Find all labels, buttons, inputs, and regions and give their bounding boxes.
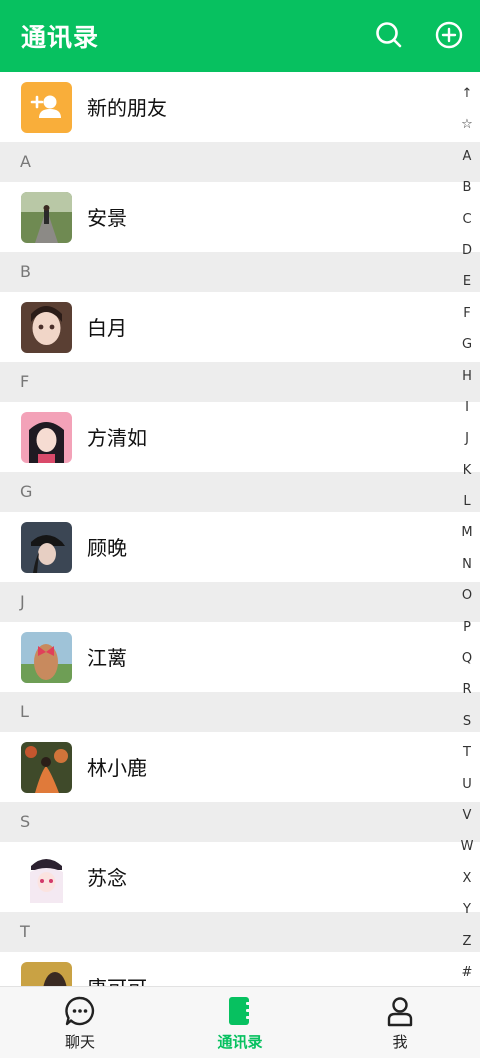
index-letter[interactable]: H [460,361,474,392]
index-letter[interactable]: S [460,706,474,737]
contact-item[interactable]: 林小鹿 [0,732,480,802]
index-letter[interactable]: I [460,392,474,423]
index-letter[interactable]: M [460,517,474,548]
index-letter[interactable]: Q [460,643,474,674]
bottom-tab-bar: 聊天 通讯录 我 [0,986,480,1058]
index-letter[interactable]: D [460,235,474,266]
index-letter[interactable]: C [460,204,474,235]
add-button[interactable] [434,20,464,50]
person-icon [387,997,413,1027]
tab-label: 聊天 [64,1033,95,1051]
avatar [21,742,72,793]
index-letter[interactable]: N [460,549,474,580]
contact-item[interactable]: 顾晚 [0,512,480,582]
tab-contacts[interactable]: 通讯录 [160,987,320,1058]
contact-list[interactable]: 新的朋友 A 安景 B 白月 F 方清如 G 顾晚 J 江蓠 L 林小鹿 S 苏… [0,72,480,986]
add-user-icon [21,82,72,133]
section-header-f: F [0,362,480,402]
index-letter[interactable]: V [460,800,474,831]
section-header-a: A [0,142,480,182]
index-letter[interactable]: L [460,486,474,517]
index-letter[interactable]: Z [460,926,474,957]
index-letter[interactable]: G [460,329,474,360]
section-header-t: T [0,912,480,952]
section-header-l: L [0,692,480,732]
contact-item[interactable]: 白月 [0,292,480,362]
app-header: 通讯录 [0,0,480,72]
new-friends-item[interactable]: 新的朋友 [0,72,480,142]
tab-me[interactable]: 我 [320,987,480,1058]
avatar [21,962,72,986]
chat-bubble-icon [65,996,95,1026]
contact-name: 安景 [87,206,127,230]
index-letter[interactable]: R [460,674,474,705]
index-letter[interactable]: J [460,423,474,454]
index-letter[interactable]: U [460,769,474,800]
avatar [21,192,72,243]
alphabet-index-bar[interactable]: ↑ ☆ A B C D E F G H I J K L M N O P Q R S T U V W X Y Z # [460,78,474,988]
avatar [21,302,72,353]
search-icon [376,22,402,48]
new-friends-label: 新的朋友 [87,96,167,120]
contact-name: 白月 [87,316,127,340]
contact-name: 唐可可 [87,972,147,986]
avatar [21,522,72,573]
index-letter[interactable]: ↑ [460,78,474,109]
contact-item[interactable]: 安景 [0,182,480,252]
index-letter[interactable]: W [460,831,474,862]
tab-label: 通讯录 [217,1033,263,1051]
contact-name: 林小鹿 [87,756,147,780]
search-button[interactable] [374,20,404,50]
section-header-b: B [0,252,480,292]
index-letter[interactable]: X [460,863,474,894]
contact-name: 江蓠 [87,646,127,670]
contact-item[interactable]: 江蓠 [0,622,480,692]
contact-item[interactable]: 方清如 [0,402,480,472]
index-letter[interactable]: T [460,737,474,768]
contact-item[interactable]: 苏念 [0,842,480,912]
section-header-g: G [0,472,480,512]
section-header-s: S [0,802,480,842]
index-letter[interactable]: # [460,957,474,988]
index-letter[interactable]: E [460,266,474,297]
index-letter[interactable]: Y [460,894,474,925]
tab-chats[interactable]: 聊天 [0,987,160,1058]
avatar [21,852,72,903]
contact-name: 苏念 [87,866,127,890]
contact-name: 方清如 [87,426,147,450]
contacts-book-icon [229,997,251,1025]
plus-circle-icon [435,21,463,49]
tab-label: 我 [392,1033,408,1051]
index-letter[interactable]: B [460,172,474,203]
section-header-j: J [0,582,480,622]
index-letter[interactable]: K [460,455,474,486]
index-letter[interactable]: P [460,612,474,643]
page-title: 通讯录 [21,23,100,52]
avatar [21,412,72,463]
index-letter[interactable]: F [460,298,474,329]
index-letter[interactable]: O [460,580,474,611]
index-letter[interactable]: A [460,141,474,172]
index-letter[interactable]: ☆ [460,109,474,140]
contact-name: 顾晚 [87,536,127,560]
avatar [21,632,72,683]
contact-item[interactable]: 唐可可 [0,952,480,986]
